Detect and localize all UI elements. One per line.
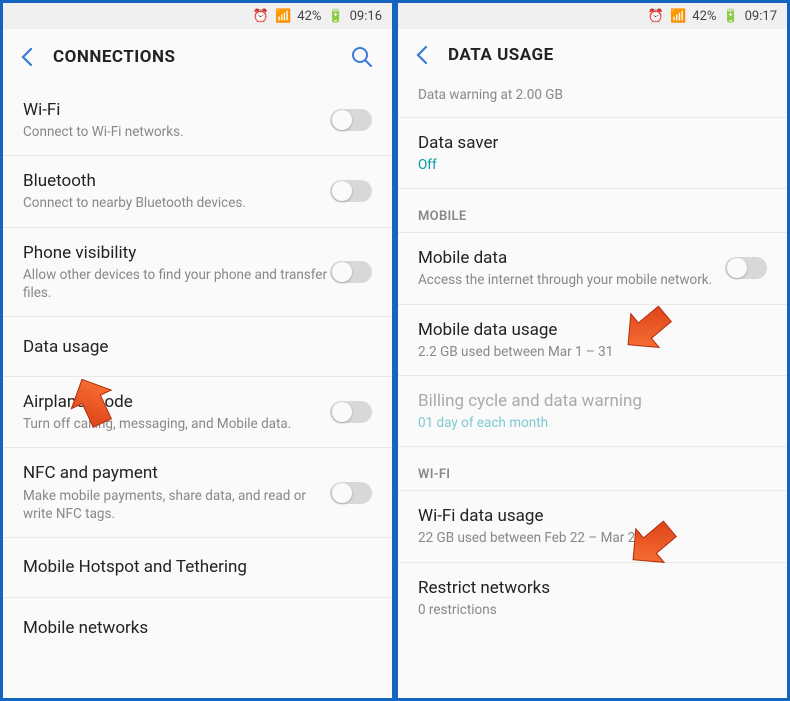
screen-data-usage: ⏰ 📶 42% 🔋 09:17 DATA USAGE Data warning … bbox=[398, 3, 787, 698]
row-title: NFC and payment bbox=[23, 462, 330, 484]
row-subtitle: 01 day of each month bbox=[418, 414, 767, 432]
clock-time: 09:16 bbox=[350, 9, 382, 24]
row-mobile-networks[interactable]: Mobile networks bbox=[3, 598, 392, 658]
row-subtitle: Connect to nearby Bluetooth devices. bbox=[23, 194, 330, 212]
row-restrict-networks[interactable]: Restrict networks 0 restrictions bbox=[398, 563, 787, 633]
airplane-toggle[interactable] bbox=[330, 401, 372, 423]
row-title: Billing cycle and data warning bbox=[418, 390, 767, 412]
row-title: Wi-Fi data usage bbox=[418, 505, 767, 527]
row-bluetooth[interactable]: Bluetooth Connect to nearby Bluetooth de… bbox=[3, 156, 392, 227]
row-subtitle: Access the internet through your mobile … bbox=[418, 271, 725, 289]
battery-pct: 42% bbox=[692, 9, 716, 24]
row-title: Mobile data bbox=[418, 247, 725, 269]
section-mobile: MOBILE bbox=[398, 189, 787, 233]
row-title: Data usage bbox=[23, 336, 372, 358]
search-icon[interactable] bbox=[348, 43, 376, 71]
row-title: Data saver bbox=[418, 132, 767, 154]
alarm-icon: ⏰ bbox=[253, 9, 269, 24]
header: DATA USAGE bbox=[398, 29, 787, 81]
wifi-toggle[interactable] bbox=[330, 109, 372, 131]
row-subtitle: Off bbox=[418, 156, 767, 174]
row-title: Airplane mode bbox=[23, 391, 330, 413]
row-billing-cycle[interactable]: Billing cycle and data warning 01 day of… bbox=[398, 376, 787, 447]
row-phone-visibility[interactable]: Phone visibility Allow other devices to … bbox=[3, 228, 392, 318]
alarm-icon: ⏰ bbox=[648, 9, 664, 24]
row-airplane-mode[interactable]: Airplane mode Turn off calling, messagin… bbox=[3, 377, 392, 448]
page-title: DATA USAGE bbox=[448, 45, 771, 65]
row-subtitle: 2.2 GB used between Mar 1 – 31 bbox=[418, 343, 767, 361]
back-icon[interactable] bbox=[410, 43, 434, 67]
row-wifi-data-usage[interactable]: Wi-Fi data usage 22 GB used between Feb … bbox=[398, 491, 787, 562]
row-nfc-payment[interactable]: NFC and payment Make mobile payments, sh… bbox=[3, 448, 392, 538]
row-mobile-data[interactable]: Mobile data Access the internet through … bbox=[398, 233, 787, 304]
row-title: Bluetooth bbox=[23, 170, 330, 192]
row-wifi[interactable]: Wi-Fi Connect to Wi-Fi networks. bbox=[3, 85, 392, 156]
status-bar: ⏰ 📶 42% 🔋 09:16 bbox=[3, 3, 392, 29]
battery-icon: 🔋 bbox=[722, 9, 738, 24]
signal-icon: 📶 bbox=[670, 9, 686, 24]
signal-icon: 📶 bbox=[275, 9, 291, 24]
header: CONNECTIONS bbox=[3, 29, 392, 85]
battery-pct: 42% bbox=[297, 9, 321, 24]
bluetooth-toggle[interactable] bbox=[330, 180, 372, 202]
row-mobile-data-usage[interactable]: Mobile data usage 2.2 GB used between Ma… bbox=[398, 305, 787, 376]
row-title: Restrict networks bbox=[418, 577, 767, 599]
clock-time: 09:17 bbox=[745, 9, 777, 24]
row-subtitle: Turn off calling, messaging, and Mobile … bbox=[23, 415, 330, 433]
status-bar: ⏰ 📶 42% 🔋 09:17 bbox=[398, 3, 787, 29]
back-icon[interactable] bbox=[15, 45, 39, 69]
page-title: CONNECTIONS bbox=[53, 47, 348, 67]
data-warning-text: Data warning at 2.00 GB bbox=[398, 81, 787, 118]
row-title: Mobile data usage bbox=[418, 319, 767, 341]
row-subtitle: 22 GB used between Feb 22 – Mar 21 bbox=[418, 529, 767, 547]
screen-connections: ⏰ 📶 42% 🔋 09:16 CONNECTIONS Wi-Fi Connec… bbox=[3, 3, 392, 698]
phone-visibility-toggle[interactable] bbox=[330, 261, 372, 283]
row-title: Mobile Hotspot and Tethering bbox=[23, 556, 372, 578]
row-data-saver[interactable]: Data saver Off bbox=[398, 118, 787, 189]
section-wifi: WI-FI bbox=[398, 447, 787, 491]
row-subtitle: Allow other devices to find your phone a… bbox=[23, 266, 330, 302]
row-title: Wi-Fi bbox=[23, 99, 330, 121]
row-title: Phone visibility bbox=[23, 242, 330, 264]
row-data-usage[interactable]: Data usage bbox=[3, 317, 392, 377]
row-hotspot-tethering[interactable]: Mobile Hotspot and Tethering bbox=[3, 538, 392, 598]
row-subtitle: 0 restrictions bbox=[418, 601, 767, 619]
row-title: Mobile networks bbox=[23, 617, 372, 639]
row-subtitle: Make mobile payments, share data, and re… bbox=[23, 487, 330, 523]
battery-icon: 🔋 bbox=[327, 9, 343, 24]
nfc-toggle[interactable] bbox=[330, 482, 372, 504]
mobile-data-toggle[interactable] bbox=[725, 257, 767, 279]
settings-list: Wi-Fi Connect to Wi-Fi networks. Bluetoo… bbox=[3, 85, 392, 698]
data-usage-list: Data warning at 2.00 GB Data saver Off M… bbox=[398, 81, 787, 698]
row-subtitle: Connect to Wi-Fi networks. bbox=[23, 123, 330, 141]
